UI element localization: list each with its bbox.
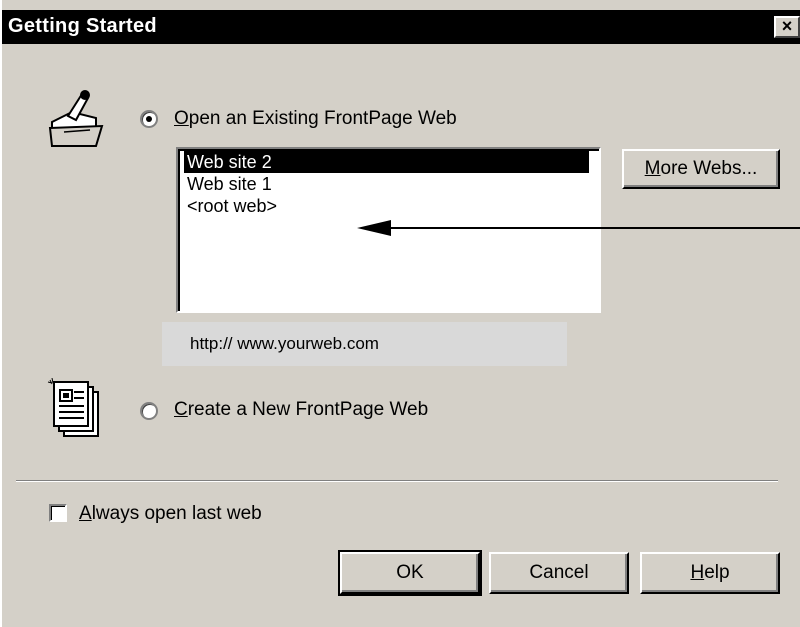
close-button[interactable]: ×: [774, 16, 800, 38]
ok-button[interactable]: OK: [338, 550, 482, 596]
more-webs-button[interactable]: More Webs...: [622, 149, 780, 189]
always-open-label[interactable]: Always open last web: [79, 503, 262, 525]
separator: [16, 480, 778, 482]
open-existing-web-label[interactable]: Open an Existing FrontPage Web: [174, 108, 457, 130]
list-item[interactable]: Web site 1: [184, 173, 275, 195]
web-url-text: http:// www.yourweb.com: [190, 334, 379, 353]
create-new-web-radio[interactable]: [140, 402, 158, 420]
help-button[interactable]: Help: [640, 552, 780, 594]
getting-started-dialog: Getting Started × Open an Existing Front…: [0, 0, 800, 627]
radio-selected-dot: [146, 116, 152, 122]
open-folder-icon: [48, 90, 104, 148]
arrow-pointer-icon: [357, 220, 800, 236]
list-item[interactable]: Web site 2: [184, 151, 589, 173]
title-bar: Getting Started ×: [2, 10, 800, 44]
url-display-panel: http:// www.yourweb.com: [162, 322, 567, 366]
cancel-button[interactable]: Cancel: [489, 552, 629, 594]
list-item[interactable]: <root web>: [184, 195, 280, 217]
always-open-checkbox[interactable]: [49, 504, 67, 522]
new-document-icon: [47, 378, 99, 437]
create-new-web-label[interactable]: Create a New FrontPage Web: [174, 399, 428, 421]
open-existing-web-radio[interactable]: [140, 110, 158, 128]
close-icon: ×: [781, 16, 793, 36]
window-title: Getting Started: [8, 15, 157, 37]
